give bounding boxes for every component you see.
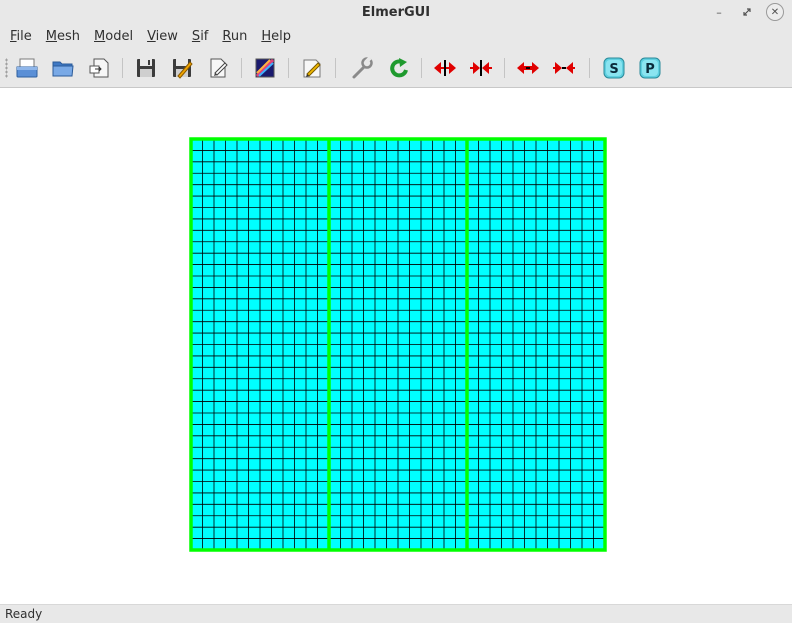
save-button[interactable] xyxy=(133,55,159,81)
solver-button[interactable]: S xyxy=(601,55,627,81)
toolbar-separator xyxy=(288,58,289,78)
mesh-canvas[interactable] xyxy=(0,89,792,604)
load-project-icon xyxy=(89,58,109,78)
toolbar-separator xyxy=(335,58,336,78)
toolbar-separator xyxy=(589,58,590,78)
unify-surface-button[interactable] xyxy=(432,55,458,81)
solver-icon: S xyxy=(603,57,625,79)
postprocessor-button[interactable]: P xyxy=(637,55,663,81)
toolbar-grip[interactable] xyxy=(5,58,8,78)
load-mesh-icon xyxy=(52,61,74,77)
save-project-icon xyxy=(210,58,228,78)
title-bar[interactable]: ElmerGUI – ✕ xyxy=(0,0,792,25)
menu-file[interactable]: File xyxy=(3,25,39,48)
divide-surface-icon xyxy=(470,60,492,76)
menu-help[interactable]: Help xyxy=(254,25,298,48)
menu-view[interactable]: View xyxy=(140,25,185,48)
settings-button[interactable] xyxy=(349,55,375,81)
generate-mesh-button[interactable] xyxy=(252,55,278,81)
postprocessor-icon: P xyxy=(639,57,661,79)
maximize-icon xyxy=(743,8,751,16)
menu-mesh[interactable]: Mesh xyxy=(39,25,87,48)
refresh-icon xyxy=(390,58,408,78)
toolbar-separator xyxy=(504,58,505,78)
elmergui-window: ElmerGUI – ✕ File Mesh Model View Sif Ru… xyxy=(0,0,792,623)
unify-edge-button[interactable] xyxy=(515,55,541,81)
toolbar-separator xyxy=(241,58,242,78)
divide-edge-icon xyxy=(553,62,575,74)
menu-model[interactable]: Model xyxy=(87,25,140,48)
settings-icon xyxy=(352,56,373,79)
close-button[interactable]: ✕ xyxy=(766,3,784,21)
load-project-button[interactable] xyxy=(86,55,112,81)
status-text: Ready xyxy=(5,607,43,621)
edit-definitions-icon xyxy=(303,59,321,78)
unify-surface-icon xyxy=(434,60,456,76)
unify-edge-icon xyxy=(517,62,539,74)
window-controls: – ✕ xyxy=(710,3,784,21)
window-title: ElmerGUI xyxy=(361,5,431,20)
open-button[interactable] xyxy=(14,55,40,81)
toolbar-separator xyxy=(421,58,422,78)
svg-text:P: P xyxy=(645,62,655,77)
mesh-viewport[interactable] xyxy=(0,89,792,604)
divide-surface-button[interactable] xyxy=(468,55,494,81)
refresh-button[interactable] xyxy=(386,55,412,81)
save-as-icon xyxy=(173,59,193,79)
menu-sif[interactable]: Sif xyxy=(185,25,215,48)
minimize-icon: – xyxy=(716,5,722,19)
minimize-button[interactable]: – xyxy=(710,3,728,21)
status-bar: Ready xyxy=(0,604,792,623)
menu-run[interactable]: Run xyxy=(215,25,254,48)
divide-edge-button[interactable] xyxy=(551,55,577,81)
save-project-button[interactable] xyxy=(205,55,231,81)
main-toolbar: S P xyxy=(0,48,792,88)
open-icon xyxy=(16,58,38,78)
menu-bar: File Mesh Model View Sif Run Help xyxy=(0,25,792,48)
save-icon xyxy=(137,59,155,77)
toolbar-separator xyxy=(122,58,123,78)
save-as-button[interactable] xyxy=(169,55,195,81)
load-mesh-button[interactable] xyxy=(50,55,76,81)
close-icon: ✕ xyxy=(770,6,780,18)
edit-definitions-button[interactable] xyxy=(299,55,325,81)
svg-text:S: S xyxy=(609,62,618,77)
maximize-button[interactable] xyxy=(738,3,756,21)
generate-mesh-icon xyxy=(255,58,275,78)
